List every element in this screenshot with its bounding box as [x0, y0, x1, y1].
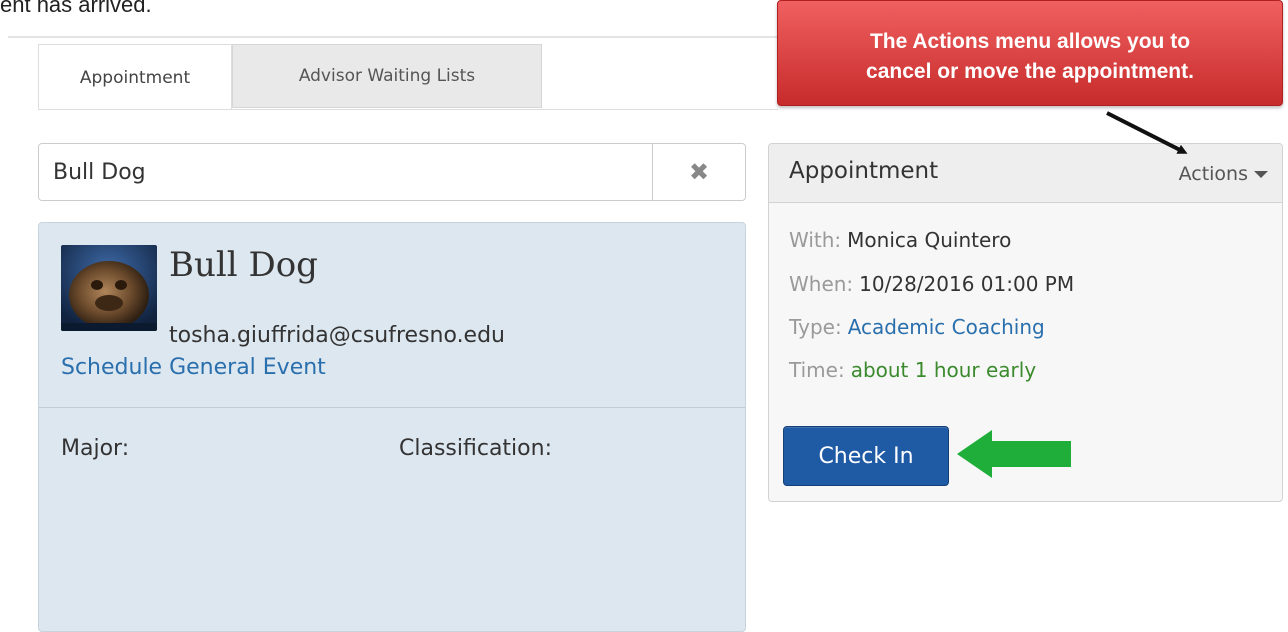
annotation-callout: The Actions menu allows you to cancel or… [777, 0, 1283, 106]
appointment-type-row: Type: Academic Coaching [789, 315, 1045, 339]
type-value-link[interactable]: Academic Coaching [848, 315, 1045, 339]
check-in-button[interactable]: Check In [783, 426, 949, 486]
search-input[interactable] [39, 144, 651, 200]
close-icon: ✖ [688, 158, 710, 186]
with-value: Monica Quintero [847, 228, 1012, 252]
tab-baseline [38, 109, 778, 110]
with-label: With: [789, 228, 842, 252]
clear-search-button[interactable]: ✖ [652, 144, 745, 200]
appointment-with-row: With: Monica Quintero [789, 228, 1011, 252]
classification-label: Classification: [399, 436, 552, 461]
appointment-time-row: Time: about 1 hour early [789, 358, 1036, 382]
major-label: Major: [61, 436, 130, 461]
instruction-text-fragment: ent has arrived. [0, 0, 152, 17]
tab-advisor-waiting-lists[interactable]: Advisor Waiting Lists [232, 44, 542, 108]
appointment-panel: Appointment Actions With: Monica Quintero… [768, 143, 1283, 502]
card-divider [39, 407, 745, 408]
caret-down-icon [1254, 170, 1268, 178]
actions-label: Actions [1178, 163, 1248, 185]
time-label: Time: [789, 358, 845, 382]
actions-menu[interactable]: Actions [1179, 163, 1268, 185]
student-search: ✖ [38, 143, 746, 201]
appointment-panel-header: Appointment Actions [769, 144, 1282, 203]
student-email: tosha.giuffrida@csufresno.edu [169, 323, 506, 348]
type-label: Type: [789, 315, 842, 339]
when-value: 10/28/2016 01:00 PM [859, 272, 1075, 296]
time-value: about 1 hour early [850, 358, 1037, 382]
tab-appointment[interactable]: Appointment [38, 44, 232, 110]
student-card: Bull Dog tosha.giuffrida@csufresno.edu S… [38, 222, 746, 632]
callout-line-2: cancel or move the appointment. [866, 60, 1194, 83]
appointment-title: Appointment [789, 158, 939, 184]
schedule-general-event-link[interactable]: Schedule General Event [61, 355, 326, 380]
callout-line-1: The Actions menu allows you to [869, 29, 1191, 53]
when-label: When: [789, 272, 854, 296]
callout-text: The Actions menu allows you to cancel or… [866, 19, 1194, 88]
student-avatar [61, 245, 157, 331]
appointment-when-row: When: 10/28/2016 01:00 PM [789, 272, 1074, 296]
student-name: Bull Dog [169, 245, 318, 285]
